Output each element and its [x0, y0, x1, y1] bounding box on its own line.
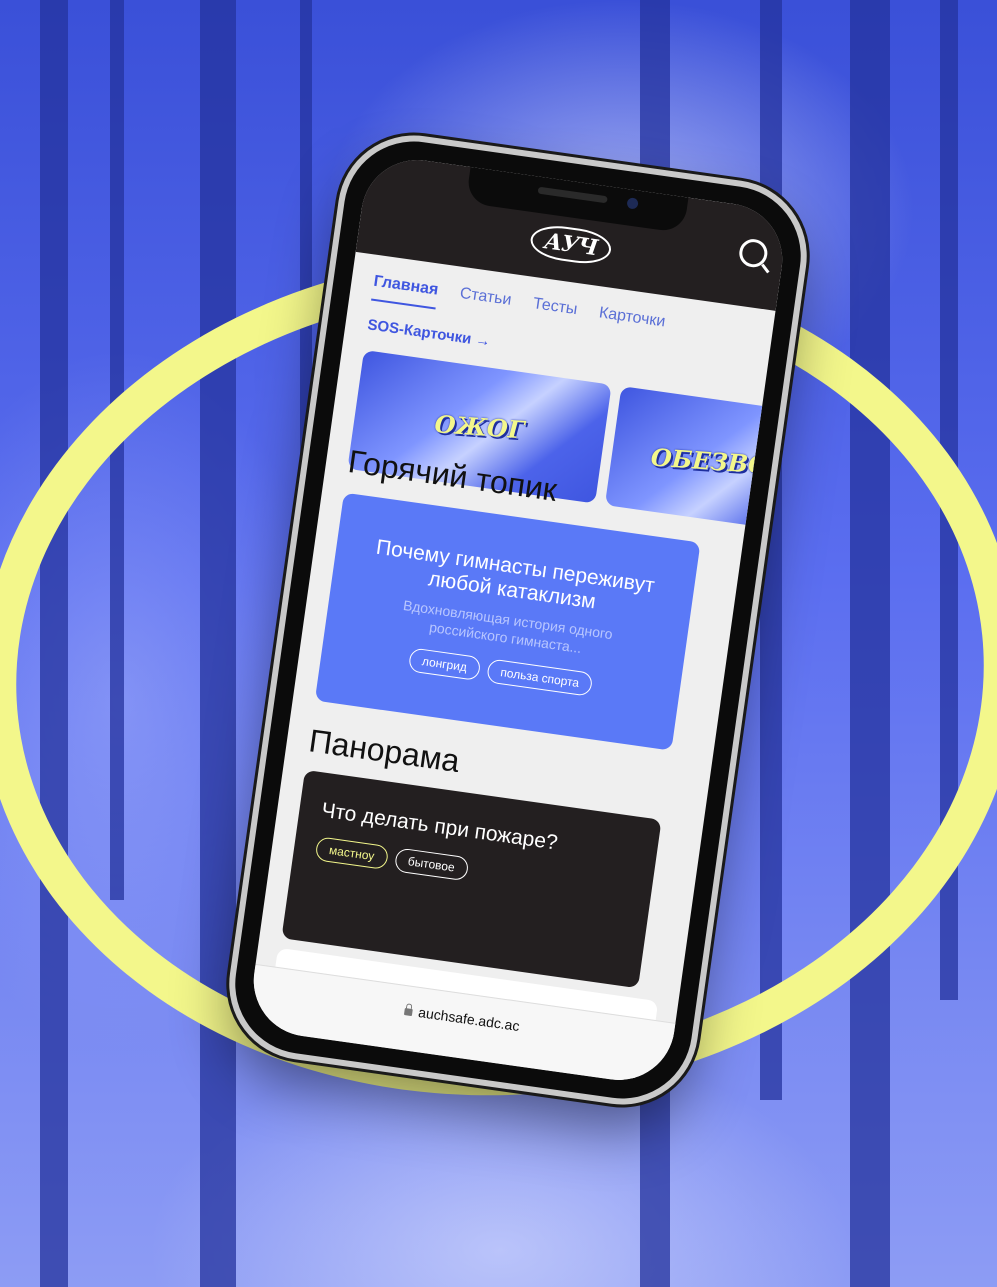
tag-chip[interactable]: мастноу — [314, 836, 389, 870]
tag-chip[interactable]: лонгрид — [407, 647, 482, 682]
url-text: auchsafe.adc.ac — [417, 1004, 521, 1035]
arrow-right-icon: → — [474, 331, 492, 351]
sos-card-dehydration[interactable]: ОБЕЗВОЖИ — [604, 386, 790, 540]
tag-chip[interactable]: бытовое — [393, 847, 470, 882]
lock-icon — [403, 1007, 413, 1016]
panorama-tags: мастноу бытовое — [314, 836, 470, 882]
sos-card-label: ОБЕЗВОЖИ — [649, 442, 790, 484]
panorama-heading: Панорама — [306, 722, 462, 780]
tab-articles[interactable]: Статьи — [457, 285, 513, 320]
tab-tests[interactable]: Тесты — [530, 295, 579, 329]
tag-chip[interactable]: польза спорта — [485, 658, 594, 697]
camera-icon — [626, 197, 639, 210]
sos-card-label: ОЖОГ — [433, 409, 526, 445]
sos-cards-label: SOS-Карточки — [366, 316, 473, 348]
speaker-grille — [537, 186, 608, 204]
tab-cards[interactable]: Карточки — [596, 304, 666, 341]
tab-home[interactable]: Главная — [371, 272, 440, 310]
sos-cards-link[interactable]: SOS-Карточки → — [366, 316, 491, 350]
app-logo[interactable]: АУЧ — [528, 222, 614, 268]
